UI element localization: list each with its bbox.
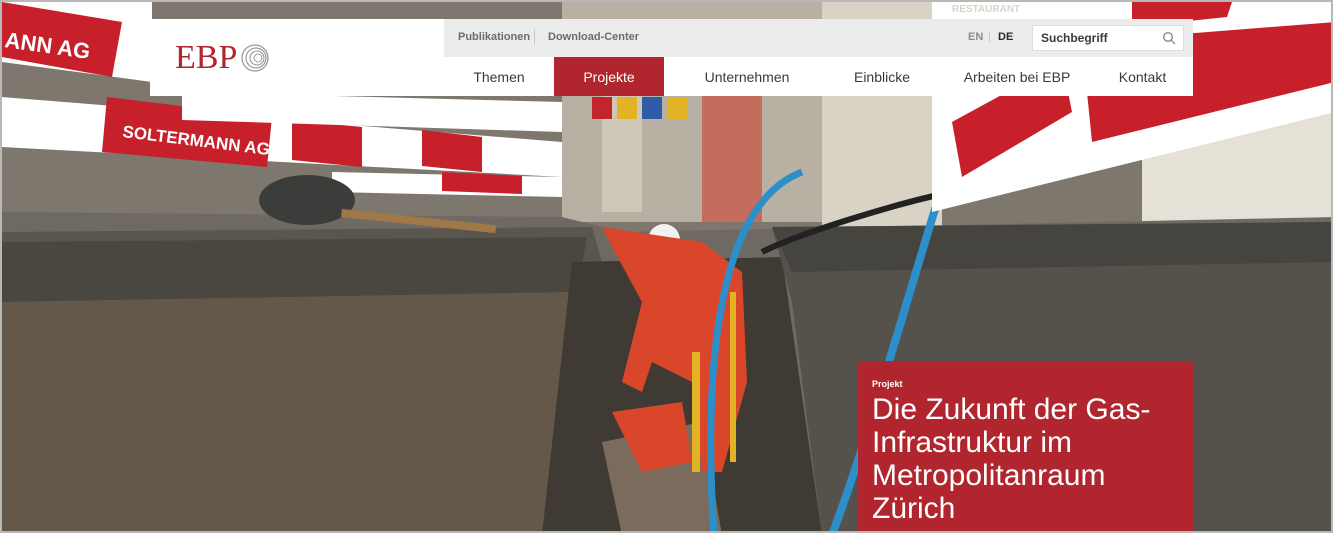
project-teaser[interactable]: Projekt Die Zukunft der Gas-Infrastruktu… [858, 361, 1193, 531]
browser-frame: ANN AG SOLTERMANN AG RESTAURANT EBP Publ… [0, 0, 1333, 533]
logo-area: EBP [150, 19, 444, 96]
teaser-title: Die Zukunft der Gas-Infrastruktur im Met… [872, 393, 1151, 525]
nav-kontakt[interactable]: Kontakt [1092, 57, 1193, 96]
nav-themen[interactable]: Themen [444, 57, 554, 96]
main-navigation: Themen Projekte Unternehmen Einblicke Ar… [444, 57, 1193, 96]
teaser-kicker: Projekt [872, 379, 903, 389]
utility-divider [534, 29, 535, 45]
search-icon[interactable] [1162, 31, 1176, 45]
language-divider [989, 32, 990, 42]
nav-arbeiten-bei-ebp[interactable]: Arbeiten bei EBP [942, 57, 1092, 96]
link-publikationen[interactable]: Publikationen [458, 31, 530, 43]
nav-unternehmen[interactable]: Unternehmen [672, 57, 822, 96]
language-en[interactable]: EN [968, 31, 983, 43]
nav-projekte[interactable]: Projekte [554, 57, 664, 96]
language-de[interactable]: DE [998, 31, 1013, 43]
utility-bar: Publikationen Download-Center EN DE [444, 19, 1193, 57]
link-download-center[interactable]: Download-Center [548, 31, 639, 43]
shop-sign: RESTAURANT [952, 4, 1020, 15]
logo-wordmark: EBP [175, 39, 238, 76]
site-header: EBP Publikationen Download-Center EN DE [150, 19, 1193, 96]
nav-einblicke[interactable]: Einblicke [822, 57, 942, 96]
search-box [1032, 25, 1184, 51]
ebp-rings-icon [241, 44, 270, 72]
search-input[interactable] [1033, 26, 1153, 50]
home-logo-link[interactable]: EBP [175, 41, 271, 75]
